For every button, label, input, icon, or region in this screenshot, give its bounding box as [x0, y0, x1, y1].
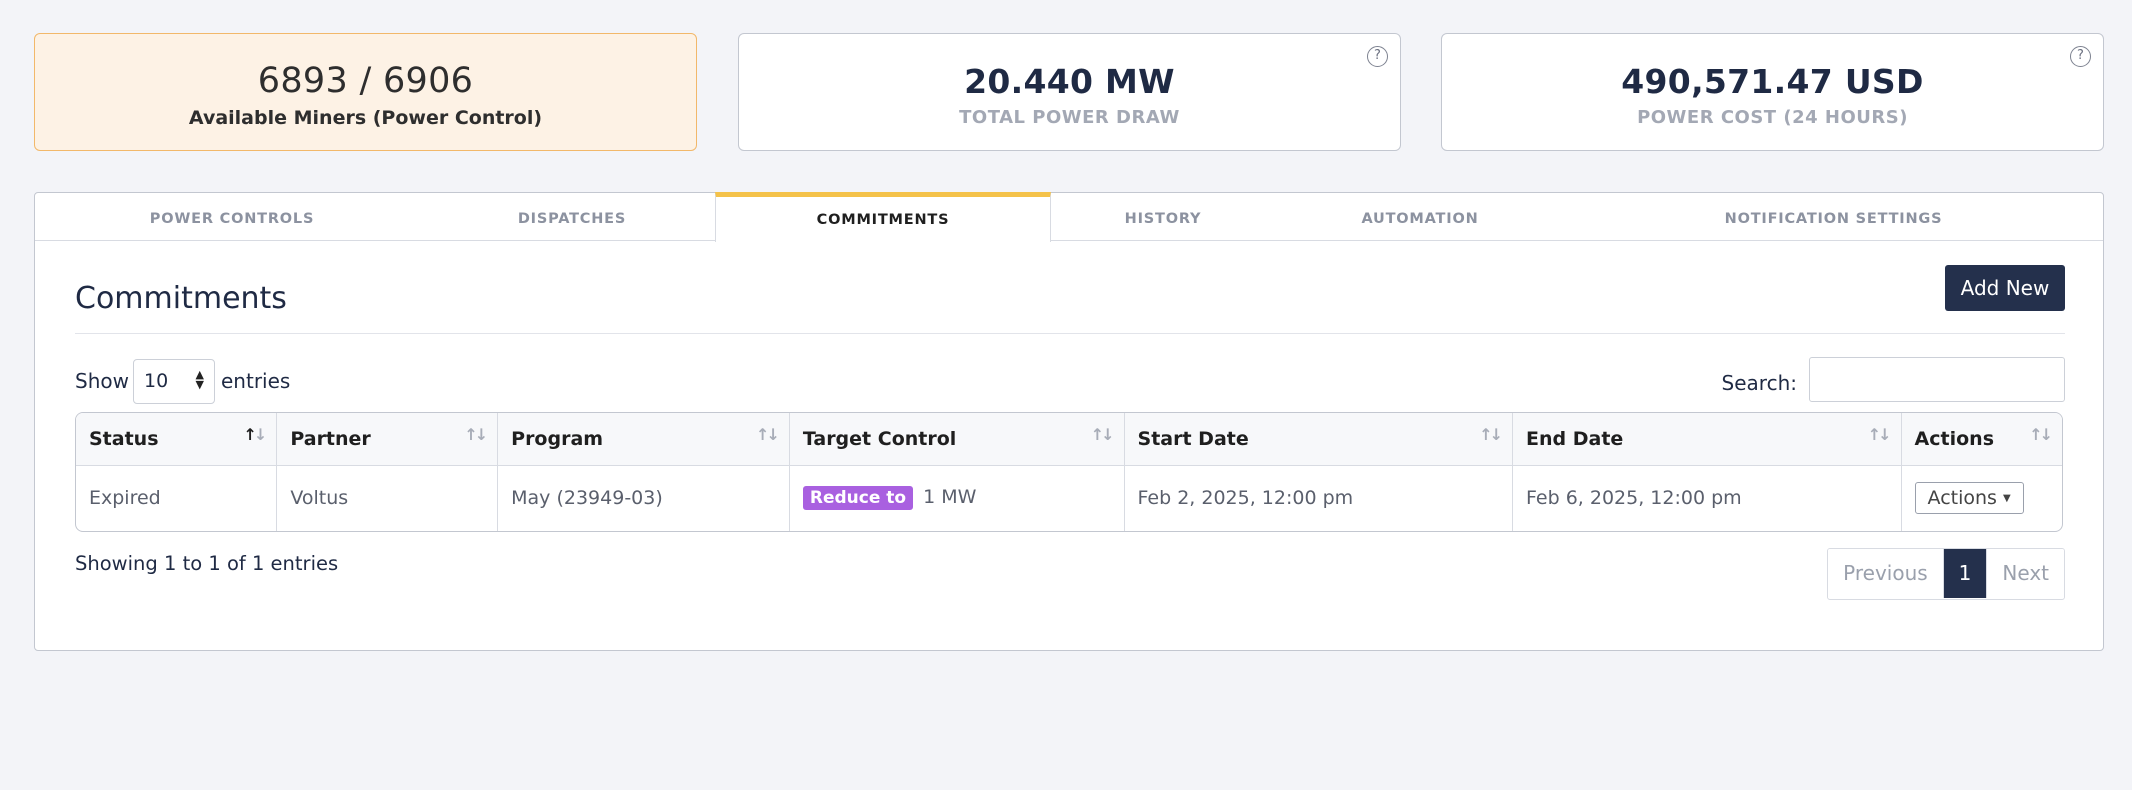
sort-icon: ↑↓ [464, 425, 488, 444]
available-miners-label: Available Miners (Power Control) [188, 107, 543, 129]
show-label: Show [75, 369, 129, 393]
power-cost-card: ? 490,571.47 USD POWER COST (24 HOURS) [1441, 33, 2104, 151]
target-value: 1 MW [923, 486, 977, 509]
next-button[interactable]: Next [1986, 549, 2064, 598]
search-label: Search: [1721, 371, 1797, 395]
column-header-status[interactable]: Status ↑↓ [76, 413, 278, 466]
tab-notification-settings[interactable]: NOTIFICATION SETTINGS [1565, 193, 2102, 241]
cell-status: Expired [76, 465, 278, 531]
tab-power-controls[interactable]: POWER CONTROLS [35, 193, 429, 241]
column-header-partner[interactable]: Partner ↑↓ [276, 413, 499, 466]
page-title: Commitments [75, 281, 287, 316]
sort-icon: ↑↓ [756, 425, 780, 444]
cell-target-control: Reduce to 1 MW [789, 465, 1125, 531]
sort-icon: ↑↓ [1090, 425, 1115, 444]
cell-program: May (23949-03) [497, 465, 790, 531]
caret-down-icon: ▼ [2003, 493, 2011, 505]
help-icon[interactable]: ? [1367, 46, 1388, 67]
page-size-value: 10 [144, 370, 169, 392]
tab-dispatches[interactable]: DISPATCHES [429, 193, 715, 241]
sort-icon: ↑↓ [1479, 425, 1503, 444]
row-actions-button[interactable]: Actions ▼ [1914, 482, 2024, 515]
page-size-select[interactable]: 10 ▲ ▼ [133, 359, 215, 404]
entries-label: entries [221, 369, 291, 393]
table-header-row: Status ↑↓ Partner ↑↓ Program ↑↓ Target Cont… [76, 413, 2062, 466]
column-header-start-date[interactable]: Start Date ↑↓ [1124, 413, 1514, 466]
sort-icon: ↑↓ [2029, 425, 2053, 444]
cell-start-date: Feb 2, 2025, 12:00 pm [1124, 465, 1514, 531]
divider [75, 333, 2065, 334]
available-miners-card: 6893 / 6906 Available Miners (Power Cont… [34, 33, 697, 151]
select-arrows-icon: ▲ ▼ [195, 368, 204, 391]
tab-bar: POWER CONTROLS DISPATCHES COMMITMENTS HI… [35, 192, 2103, 242]
sort-asc-icon: ↑↓ [243, 425, 268, 444]
total-power-draw-card: ? 20.440 MW TOTAL POWER DRAW [738, 33, 1401, 151]
column-header-actions[interactable]: Actions ↑↓ [1901, 413, 2062, 466]
pagination: Previous 1 Next [1827, 548, 2065, 600]
column-header-end-date[interactable]: End Date ↑↓ [1512, 413, 1902, 466]
main-panel: POWER CONTROLS DISPATCHES COMMITMENTS HI… [34, 192, 2104, 651]
previous-button[interactable]: Previous [1828, 549, 1944, 598]
column-header-target-control[interactable]: Target Control ↑↓ [789, 413, 1125, 466]
available-miners-value: 6893 / 6906 [257, 61, 474, 101]
tab-commitments[interactable]: COMMITMENTS [715, 192, 1051, 242]
power-cost-value: 490,571.47 USD [1621, 62, 1924, 101]
target-badge: Reduce to [802, 486, 914, 511]
power-cost-label: POWER COST (24 HOURS) [1637, 107, 1908, 128]
table-row: Expired Voltus May (23949-03) Reduce to … [76, 465, 2062, 531]
cell-actions: Actions ▼ [1901, 465, 2062, 531]
page-1-button[interactable]: 1 [1943, 549, 1987, 598]
sort-icon: ↑↓ [1867, 425, 1892, 444]
cell-partner: Voltus [276, 465, 499, 531]
cell-end-date: Feb 6, 2025, 12:00 pm [1512, 465, 1902, 531]
tab-automation[interactable]: AUTOMATION [1275, 193, 1565, 241]
help-icon[interactable]: ? [2070, 46, 2091, 67]
total-power-draw-label: TOTAL POWER DRAW [959, 107, 1180, 128]
search-input[interactable] [1809, 357, 2065, 402]
add-new-button[interactable]: Add New [1945, 265, 2065, 311]
commitments-table: Status ↑↓ Partner ↑↓ Program ↑↓ Target Cont… [75, 412, 2063, 532]
column-header-program[interactable]: Program ↑↓ [497, 413, 790, 466]
total-power-draw-value: 20.440 MW [964, 62, 1175, 101]
tab-history[interactable]: HISTORY [1051, 193, 1275, 241]
table-info: Showing 1 to 1 of 1 entries [75, 552, 339, 575]
